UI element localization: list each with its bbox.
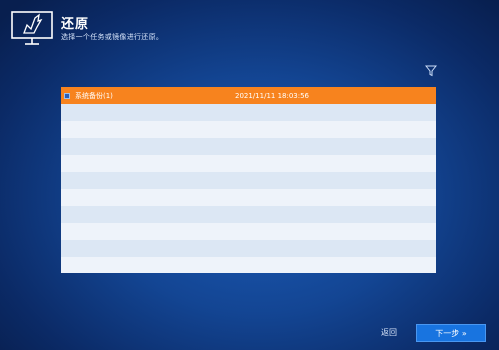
empty-row [61, 155, 436, 172]
page-subtitle: 选择一个任务或镜像进行还原。 [61, 33, 164, 41]
empty-row [61, 138, 436, 155]
filter-icon[interactable] [425, 65, 437, 77]
empty-row [61, 240, 436, 257]
page-title: 还原 [61, 17, 90, 32]
empty-row [61, 104, 436, 121]
backup-list: 系统备份(1) 2021/11/11 18:03:56 [61, 87, 436, 273]
backup-time: 2021/11/11 18:03:56 [235, 91, 310, 100]
empty-row [61, 172, 436, 189]
empty-row [61, 121, 436, 138]
empty-row [61, 189, 436, 206]
checkbox[interactable] [64, 92, 70, 99]
backup-name: 系统备份(1) [75, 91, 113, 100]
empty-row [61, 206, 436, 223]
empty-row [61, 223, 436, 240]
list-item[interactable]: 系统备份(1) 2021/11/11 18:03:56 [61, 87, 436, 104]
next-button[interactable]: 下一步 » [416, 324, 486, 342]
empty-row [61, 257, 436, 273]
back-button[interactable]: 返回 [381, 327, 397, 338]
monitor-restore-icon [11, 11, 53, 45]
